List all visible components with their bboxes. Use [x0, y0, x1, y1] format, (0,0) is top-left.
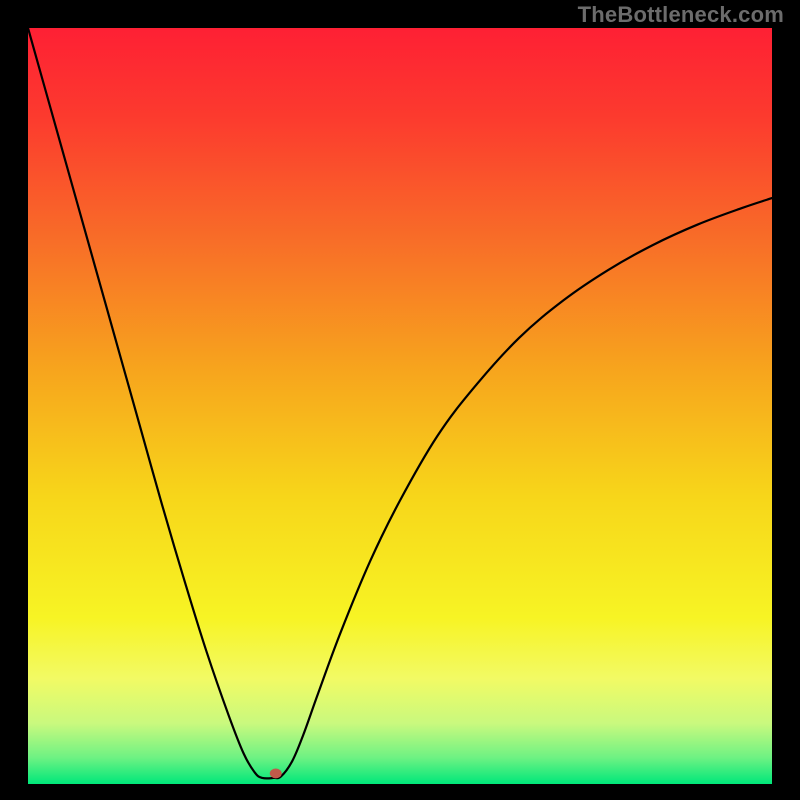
- chart-frame: TheBottleneck.com: [0, 0, 800, 800]
- plot-area: [28, 28, 772, 784]
- gradient-background: [28, 28, 772, 784]
- optimum-marker: [270, 769, 282, 779]
- watermark-text: TheBottleneck.com: [578, 2, 784, 28]
- chart-svg: [28, 28, 772, 784]
